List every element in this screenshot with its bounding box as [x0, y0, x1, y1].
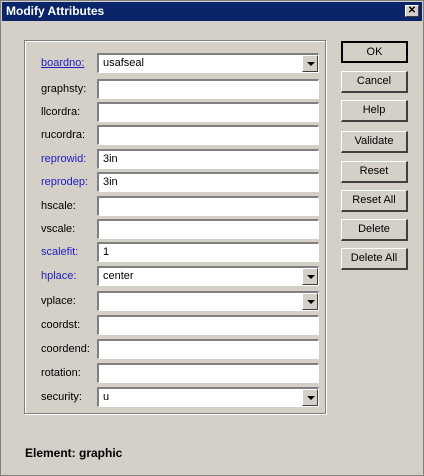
attribute-label[interactable]: reprowid: — [41, 153, 86, 165]
attribute-row: hplace: center — [25, 266, 325, 286]
attribute-row: rotation: — [25, 363, 325, 383]
chevron-down-icon[interactable] — [302, 389, 318, 406]
ok-button[interactable]: OK — [341, 41, 408, 63]
attribute-row: reprowid: 3in — [25, 149, 325, 169]
attribute-input[interactable]: 1 — [97, 242, 319, 262]
attribute-combobox[interactable]: center — [97, 266, 319, 286]
attribute-input[interactable]: 3in — [97, 172, 319, 192]
attribute-row: graphsty: — [25, 79, 325, 99]
close-button[interactable]: ✕ — [405, 5, 419, 17]
attribute-label: coordst: — [41, 319, 81, 331]
delete-all-button[interactable]: Delete All — [341, 248, 408, 270]
attribute-input[interactable]: 3in — [97, 149, 319, 169]
attribute-label[interactable]: boardno: — [41, 57, 84, 69]
attribute-combobox[interactable] — [97, 291, 319, 311]
attribute-row: boardno: usafseal — [25, 53, 325, 73]
dialog-title: Modify Attributes — [6, 4, 105, 18]
attribute-value: 3in — [103, 153, 118, 165]
attribute-input[interactable] — [97, 363, 319, 383]
attribute-input[interactable] — [97, 125, 319, 145]
close-icon: ✕ — [407, 5, 417, 16]
attribute-row: security: u — [25, 387, 325, 407]
chevron-down-icon[interactable] — [302, 55, 318, 72]
attribute-row: coordend: — [25, 339, 325, 359]
attribute-label: rotation: — [41, 367, 81, 379]
reset-button[interactable]: Reset — [341, 161, 408, 183]
attribute-label[interactable]: hplace: — [41, 270, 76, 282]
attribute-row: vscale: — [25, 219, 325, 239]
attribute-label: llcordra: — [41, 106, 81, 118]
attributes-panel: boardno: usafseal graphsty: llcordra: rucord… — [24, 40, 326, 414]
attribute-combobox[interactable]: u — [97, 387, 319, 407]
attribute-row: hscale: — [25, 196, 325, 216]
attribute-label: coordend: — [41, 343, 90, 355]
attribute-row: coordst: — [25, 315, 325, 335]
title-bar: Modify Attributes ✕ — [2, 2, 422, 21]
cancel-button[interactable]: Cancel — [341, 71, 408, 93]
attribute-input[interactable] — [97, 339, 319, 359]
attribute-label: vplace: — [41, 295, 76, 307]
modify-attributes-dialog: Modify Attributes ✕ boardno: usafseal grap… — [0, 0, 424, 476]
validate-button[interactable]: Validate — [341, 131, 408, 153]
attribute-input[interactable] — [97, 219, 319, 239]
attribute-row: llcordra: — [25, 102, 325, 122]
attribute-combobox[interactable]: usafseal — [97, 53, 319, 73]
attribute-label[interactable]: scalefit: — [41, 246, 78, 258]
attribute-label: rucordra: — [41, 129, 86, 141]
help-button[interactable]: Help — [341, 100, 408, 122]
attribute-input[interactable] — [97, 315, 319, 335]
attribute-label: hscale: — [41, 200, 76, 212]
chevron-down-icon[interactable] — [302, 268, 318, 285]
attribute-row: reprodep: 3in — [25, 172, 325, 192]
attribute-row: vplace: — [25, 291, 325, 311]
delete-button[interactable]: Delete — [341, 219, 408, 241]
attribute-label[interactable]: reprodep: — [41, 176, 88, 188]
element-status: Element: graphic — [25, 446, 123, 460]
attribute-row: rucordra: — [25, 125, 325, 145]
attribute-input[interactable] — [97, 79, 319, 99]
attribute-input[interactable] — [97, 196, 319, 216]
attribute-label: security: — [41, 391, 82, 403]
attribute-label: vscale: — [41, 223, 76, 235]
attribute-label: graphsty: — [41, 83, 87, 95]
reset-all-button[interactable]: Reset All — [341, 190, 408, 212]
attribute-value: u — [103, 391, 110, 403]
attribute-input[interactable] — [97, 102, 319, 122]
chevron-down-icon[interactable] — [302, 293, 318, 310]
attribute-row: scalefit: 1 — [25, 242, 325, 262]
attribute-value: 1 — [103, 246, 110, 258]
attribute-value: usafseal — [103, 57, 144, 69]
attribute-value: center — [103, 270, 134, 282]
attribute-value: 3in — [103, 176, 118, 188]
